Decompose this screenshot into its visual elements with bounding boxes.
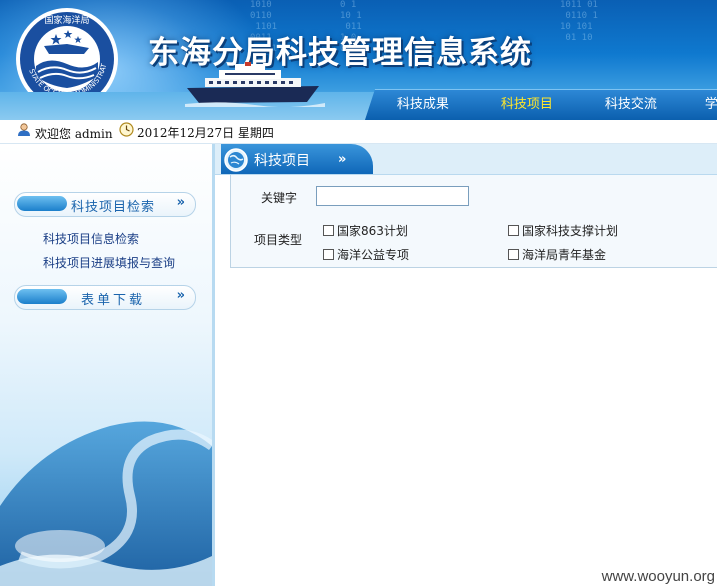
checkbox-youth-fund[interactable]: 海洋局青年基金 (508, 246, 606, 263)
sidebar-section-label: 表单下载 (81, 293, 146, 308)
checkbox-box[interactable] (508, 249, 519, 260)
sidebar: 科技项目检索 » 科技项目信息检索 科技项目进展填报与查询 表单下载 » (0, 144, 215, 586)
sidebar-pill-decoration (17, 289, 67, 304)
wave-image (0, 421, 212, 586)
top-navigation: 科技成果 科技项目 科技交流 学 (364, 89, 717, 120)
sidebar-section-project-search[interactable]: 科技项目检索 » (14, 192, 196, 217)
keyword-label: 关键字 (261, 191, 298, 205)
checkbox-tech-support-plan[interactable]: 国家科技支撑计划 (508, 222, 618, 239)
nav-tab-exchange[interactable]: 科技交流 (572, 89, 690, 120)
binary-decoration: 1011 01 0110 1 10 101 01 10 (560, 0, 598, 43)
search-panel: 关键字 项目类型 国家863计划 国家科技支撑计划 海洋公益专项 海洋局青年基金 (230, 175, 717, 268)
project-type-label: 项目类型 (254, 233, 303, 247)
sidebar-link-progress-report[interactable]: 科技项目进展填报与查询 (43, 254, 175, 271)
checkbox-box[interactable] (323, 225, 334, 236)
double-chevron-right-icon: » (338, 152, 347, 167)
user-icon (18, 123, 30, 136)
sidebar-section-form-download[interactable]: 表单下载 » (14, 285, 196, 310)
checkbox-box[interactable] (323, 249, 334, 260)
svg-text:国家海洋局: 国家海洋局 (44, 14, 89, 26)
ship-image (185, 62, 325, 107)
header-banner: 1010 0110 1101 0011 101 0 1 10 1 011 1 0… (0, 0, 717, 120)
checkbox-ocean-public-welfare[interactable]: 海洋公益专项 (323, 246, 409, 263)
tab-projects[interactable]: 科技项目 » (221, 144, 373, 174)
checkbox-863-plan[interactable]: 国家863计划 (323, 222, 408, 239)
sidebar-link-project-info-search[interactable]: 科技项目信息检索 (43, 230, 139, 247)
main-content: 科技项目 » 关键字 项目类型 国家863计划 国家科技支撑计划 海洋公益专项 … (215, 144, 717, 586)
nav-tab-achievements[interactable]: 科技成果 (364, 89, 482, 120)
globe-icon (224, 148, 248, 172)
sidebar-section-label: 科技项目检索 (71, 200, 156, 215)
double-chevron-right-icon: » (176, 288, 185, 303)
info-bar: 欢迎您 admin 2012年12月27日 星期四 (0, 120, 717, 144)
checkbox-box[interactable] (508, 225, 519, 236)
page-title: 科技项目 (254, 153, 310, 169)
welcome-text: 欢迎您 admin (35, 127, 113, 141)
keyword-input[interactable] (316, 186, 469, 206)
current-date: 2012年12月27日 星期四 (137, 126, 274, 140)
clock-icon (119, 122, 134, 137)
sidebar-pill-decoration (17, 196, 67, 211)
double-chevron-right-icon: » (176, 195, 185, 210)
nav-tab-projects[interactable]: 科技项目 (468, 89, 586, 120)
page-tab-bar: 科技项目 » (215, 144, 717, 175)
watermark: www.wooyun.org (601, 568, 715, 585)
